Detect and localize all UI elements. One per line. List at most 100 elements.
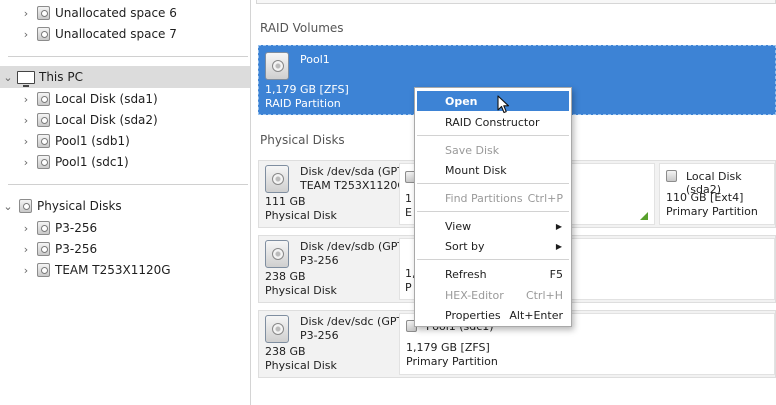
- menu-item-find-partitions[interactable]: Find Partitions Ctrl+P: [417, 188, 569, 208]
- menu-item-sort-by[interactable]: Sort by ▶: [417, 236, 569, 256]
- disk-icon: [37, 113, 50, 127]
- tree-item-label: Pool1 (sdc1): [55, 155, 129, 169]
- tree-item-local-disk-sda2[interactable]: › Local Disk (sda2): [0, 109, 250, 131]
- chevron-right-icon[interactable]: ›: [20, 243, 32, 256]
- tree-item-physical-disks[interactable]: ⌄ Physical Disks: [0, 195, 250, 217]
- disk-icon: [265, 240, 289, 268]
- tree-divider: [8, 56, 248, 57]
- tree-item-pool1-sdc1[interactable]: › Pool1 (sdc1): [0, 151, 250, 173]
- physical-disks-title: Physical Disks: [260, 133, 345, 147]
- disk-icon: [37, 242, 50, 256]
- disk-size: 238 GB: [265, 345, 306, 358]
- disk-model: TEAM T253X1120G: [300, 179, 406, 192]
- chevron-right-icon[interactable]: ›: [20, 156, 32, 169]
- tree-item-team-t253x1120g[interactable]: › TEAM T253X1120G: [0, 259, 250, 281]
- menu-item-label: Mount Disk: [445, 163, 507, 177]
- disk-icon: [265, 315, 289, 343]
- disk-model: P3-256: [300, 329, 339, 342]
- tree-item-p3-256-a[interactable]: › P3-256: [0, 217, 250, 239]
- shortcut-label: F5: [549, 267, 563, 281]
- chevron-right-icon[interactable]: ›: [20, 114, 32, 127]
- menu-item-label: Find Partitions: [445, 191, 523, 205]
- tree-item-label: Pool1 (sdb1): [55, 134, 130, 148]
- menu-item-open[interactable]: Open: [417, 91, 569, 111]
- disk-icon: [37, 155, 50, 169]
- chevron-right-icon[interactable]: ›: [20, 93, 32, 106]
- partition-type: E: [405, 206, 412, 219]
- raid-volume-name: Pool1: [300, 53, 330, 66]
- disk-type: Physical Disk: [265, 284, 337, 297]
- chevron-down-icon[interactable]: ⌄: [2, 200, 14, 213]
- tree-item-this-pc[interactable]: ⌄ This PC: [0, 66, 250, 88]
- chevron-right-icon[interactable]: ›: [20, 28, 32, 41]
- partition-type: Primary Partition: [406, 355, 498, 368]
- menu-separator: [417, 183, 569, 184]
- menu-item-label: Save Disk: [445, 143, 500, 157]
- chevron-right-icon[interactable]: ›: [20, 7, 32, 20]
- menu-item-label: RAID Constructor: [445, 115, 540, 129]
- disk-model: P3-256: [300, 254, 339, 267]
- tree-item-label: Local Disk (sda1): [55, 92, 158, 106]
- tree-item-unallocated-7[interactable]: › Unallocated space 7: [0, 23, 250, 45]
- tree-item-label: This PC: [39, 70, 83, 84]
- disk-icon: [37, 134, 50, 148]
- chevron-right-icon[interactable]: ›: [20, 264, 32, 277]
- disk-size: 111 GB: [265, 195, 306, 208]
- tree-item-label: Unallocated space 7: [55, 27, 177, 41]
- disk-name: Disk /dev/sda (GPT: [300, 165, 404, 178]
- tree-item-p3-256-b[interactable]: › P3-256: [0, 238, 250, 260]
- disk-icon: [37, 6, 50, 20]
- submenu-arrow-icon: ▶: [555, 241, 562, 251]
- menu-separator: [417, 211, 569, 212]
- previous-section-edge: [256, 0, 776, 4]
- menu-item-label: Sort by: [445, 239, 485, 253]
- disk-icon: [265, 52, 289, 80]
- partition-size: 1,179 GB [ZFS]: [406, 341, 490, 354]
- menu-item-raid-constructor[interactable]: RAID Constructor: [417, 112, 569, 132]
- computer-icon: [17, 70, 35, 87]
- tree-item-label: P3-256: [55, 221, 98, 235]
- tree-divider: [8, 184, 248, 185]
- menu-item-refresh[interactable]: Refresh F5: [417, 264, 569, 284]
- menu-item-label: HEX-Editor: [445, 288, 504, 302]
- disk-icon: [666, 170, 677, 182]
- menu-item-save-disk[interactable]: Save Disk: [417, 140, 569, 160]
- menu-item-label: Properties: [445, 308, 501, 322]
- partition-sda2[interactable]: Local Disk (sda2) 110 GB [Ext4] Primary …: [659, 163, 775, 225]
- tree-item-label: P3-256: [55, 242, 98, 256]
- disk-type: Physical Disk: [265, 359, 337, 372]
- menu-item-properties[interactable]: Properties Alt+Enter: [417, 305, 569, 325]
- tree-item-label: Physical Disks: [37, 199, 122, 213]
- mouse-cursor-icon: [497, 95, 510, 114]
- disk-name: Disk /dev/sdb (GPT: [300, 240, 405, 253]
- menu-item-label: Refresh: [445, 267, 487, 281]
- disk-icon: [37, 221, 50, 235]
- menu-item-hex-editor[interactable]: HEX-Editor Ctrl+H: [417, 285, 569, 305]
- partition-size: 110 GB [Ext4]: [666, 191, 744, 204]
- tree-item-label: TEAM T253X1120G: [55, 263, 171, 277]
- menu-item-mount-disk[interactable]: Mount Disk: [417, 160, 569, 180]
- raid-volumes-title: RAID Volumes: [260, 21, 344, 35]
- menu-item-view[interactable]: View ▶: [417, 216, 569, 236]
- disk-size: 238 GB: [265, 270, 306, 283]
- disk-icon: [19, 199, 32, 213]
- tree-item-pool1-sdb1[interactable]: › Pool1 (sdb1): [0, 130, 250, 152]
- chevron-right-icon[interactable]: ›: [20, 222, 32, 235]
- raid-volume-type: RAID Partition: [265, 97, 341, 110]
- tree-item-unallocated-6[interactable]: › Unallocated space 6: [0, 2, 250, 24]
- tree-item-label: Local Disk (sda2): [55, 113, 158, 127]
- chevron-right-icon[interactable]: ›: [20, 135, 32, 148]
- chevron-down-icon[interactable]: ⌄: [2, 71, 14, 84]
- tree-item-local-disk-sda1[interactable]: › Local Disk (sda1): [0, 88, 250, 110]
- context-menu: Open RAID Constructor Save Disk Mount Di…: [414, 87, 572, 327]
- menu-separator: [417, 259, 569, 260]
- submenu-arrow-icon: ▶: [555, 221, 562, 231]
- disk-type: Physical Disk: [265, 209, 337, 222]
- shortcut-label: Ctrl+P: [527, 191, 563, 205]
- disk-icon: [37, 92, 50, 106]
- partition-marker: [640, 212, 648, 220]
- raid-volume-size: 1,179 GB [ZFS]: [265, 83, 349, 96]
- disk-icon: [37, 263, 50, 277]
- disk-icon: [37, 27, 50, 41]
- navigation-tree: › Unallocated space 6 › Unallocated spac…: [0, 0, 250, 405]
